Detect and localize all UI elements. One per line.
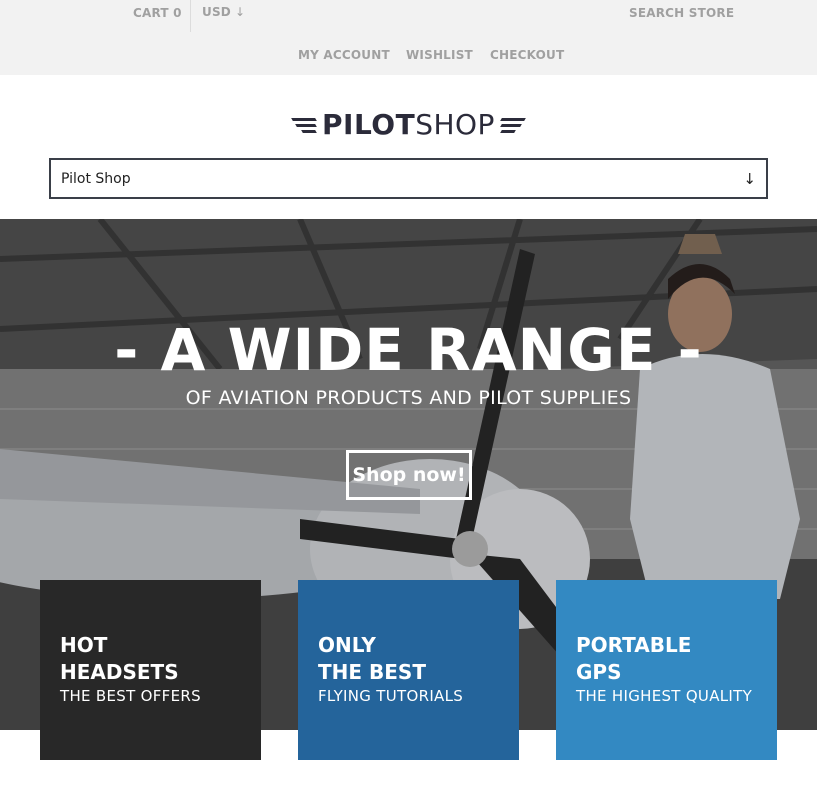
promo-tagline: THE BEST OFFERS — [60, 687, 201, 705]
currency-selector[interactable]: USD ↓ — [202, 5, 245, 19]
logo-text-light: SHOP — [415, 108, 495, 141]
currency-label: USD — [202, 5, 231, 19]
top-bar: CART 0 USD ↓ SEARCH STORE MY ACCOUNT WISH… — [0, 0, 817, 75]
my-account-link[interactable]: MY ACCOUNT — [298, 48, 390, 62]
topbar-divider — [190, 0, 191, 32]
site-logo[interactable]: PILOTSHOP — [291, 108, 528, 142]
chevron-down-icon: ↓ — [743, 170, 756, 188]
cart-link[interactable]: CART 0 — [133, 6, 182, 20]
logo-text-bold: PILOT — [322, 108, 416, 141]
shop-now-button[interactable]: Shop now! — [346, 450, 472, 500]
promo-line2: GPS — [576, 660, 622, 684]
logo-wing-left-icon — [291, 117, 317, 133]
promo-tagline: FLYING TUTORIALS — [318, 687, 464, 705]
wishlist-link[interactable]: WISHLIST — [406, 48, 473, 62]
logo-text: PILOTSHOP — [322, 108, 495, 142]
logo-wing-right-icon — [500, 117, 526, 133]
promo-portable-gps[interactable]: PORTABLE GPS THE HIGHEST QUALITY — [556, 580, 777, 760]
promo-line1: ONLY — [318, 633, 376, 657]
currency-arrow-icon: ↓ — [234, 5, 246, 19]
promo-line1: HOT — [60, 633, 108, 657]
promo-line2: HEADSETS — [60, 660, 179, 684]
hero-subtitle: OF AVIATION PRODUCTS AND PILOT SUPPLIES — [185, 387, 632, 409]
hero-title: - A WIDE RANGE - — [114, 316, 703, 384]
promo-tagline: THE HIGHEST QUALITY — [576, 687, 753, 705]
promo-line2: THE BEST — [318, 660, 426, 684]
navigation-select-value: Pilot Shop — [61, 171, 131, 187]
checkout-link[interactable]: CHECKOUT — [490, 48, 564, 62]
navigation-select[interactable]: Pilot Shop ↓ — [49, 158, 768, 199]
promo-flying-tutorials[interactable]: ONLY THE BEST FLYING TUTORIALS — [298, 580, 519, 760]
search-store-link[interactable]: SEARCH STORE — [629, 6, 734, 20]
promo-hot-headsets[interactable]: HOT HEADSETS THE BEST OFFERS — [40, 580, 261, 760]
promo-line1: PORTABLE — [576, 633, 692, 657]
